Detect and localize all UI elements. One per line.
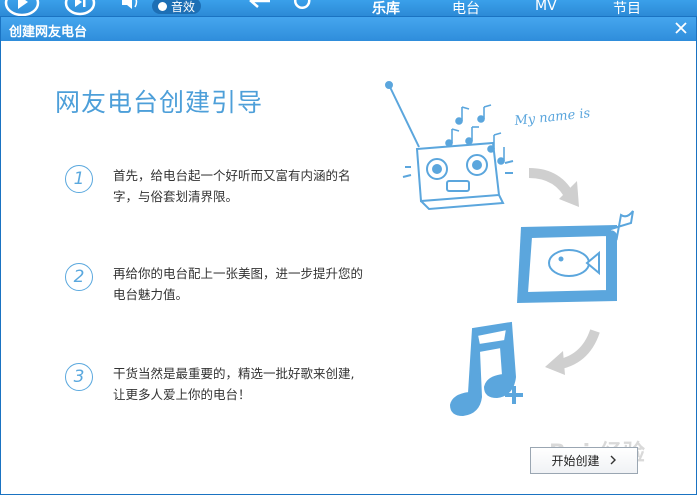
chevron-right-icon	[610, 454, 617, 468]
dialog-title: 创建网友电台	[9, 25, 88, 40]
nav-library[interactable]: 乐库	[372, 0, 400, 16]
next-button[interactable]	[62, 0, 98, 16]
start-create-button[interactable]: 开始创建	[530, 447, 638, 474]
effects-label: 音效	[171, 0, 196, 14]
illustration-caption: My name is	[513, 106, 591, 129]
nav-mv[interactable]: MV	[535, 0, 557, 14]
volume-button[interactable]	[120, 0, 142, 13]
play-button[interactable]	[2, 0, 42, 16]
background-player-toolbar: 音效 乐库 电台 MV 节目	[0, 0, 697, 16]
step-1: 1 首先，给电台起一个好听而又富有内涵的名字，与俗套划清界限。	[65, 165, 363, 207]
step-3: 3 干货当然是最重要的，精选一批好歌来创建,让更多人爱上你的电台！	[65, 363, 363, 405]
next-track-icon	[64, 0, 96, 16]
photo-frame-illustration	[517, 210, 634, 303]
nav-shows[interactable]: 节目	[613, 0, 641, 16]
step-number-badge: 1	[65, 165, 93, 193]
create-radio-dialog: 创建网友电台 网友电台创建引导 1 首先，给电台起一个好听而又富有内涵的名字，与…	[0, 16, 697, 495]
play-icon	[4, 0, 40, 16]
arrow-left-icon	[249, 0, 270, 8]
start-create-label: 开始创建	[551, 454, 600, 468]
step-number-badge: 2	[65, 263, 93, 291]
refresh-button[interactable]	[292, 0, 314, 13]
step-2: 2 再给你的电台配上一张美图，进一步提升您的电台魅力值。	[65, 263, 363, 305]
close-icon	[675, 22, 687, 34]
step-text: 干货当然是最重要的，精选一批好歌来创建,让更多人爱上你的电台！	[113, 366, 355, 402]
toggle-dot-icon	[158, 1, 167, 11]
step-number-badge: 3	[65, 363, 93, 391]
refresh-icon	[293, 0, 311, 10]
nav-radio[interactable]: 电台	[452, 0, 480, 16]
guide-heading: 网友电台创建引导	[55, 88, 264, 117]
back-button[interactable]	[248, 0, 272, 13]
step-text: 再给你的电台配上一张美图，进一步提升您的电台魅力值。	[113, 266, 364, 302]
close-button[interactable]	[672, 19, 690, 37]
dialog-title-bar[interactable]: 创建网友电台	[1, 17, 696, 41]
music-note-add-illustration	[449, 321, 523, 417]
arrow-head-icon	[545, 351, 565, 375]
effects-toggle[interactable]: 音效	[152, 0, 202, 14]
volume-icon	[122, 0, 138, 9]
guide-illustration: My name is	[385, 81, 634, 417]
step-text: 首先，给电台起一个好听而又富有内涵的名字，与俗套划清界限。	[113, 168, 351, 204]
